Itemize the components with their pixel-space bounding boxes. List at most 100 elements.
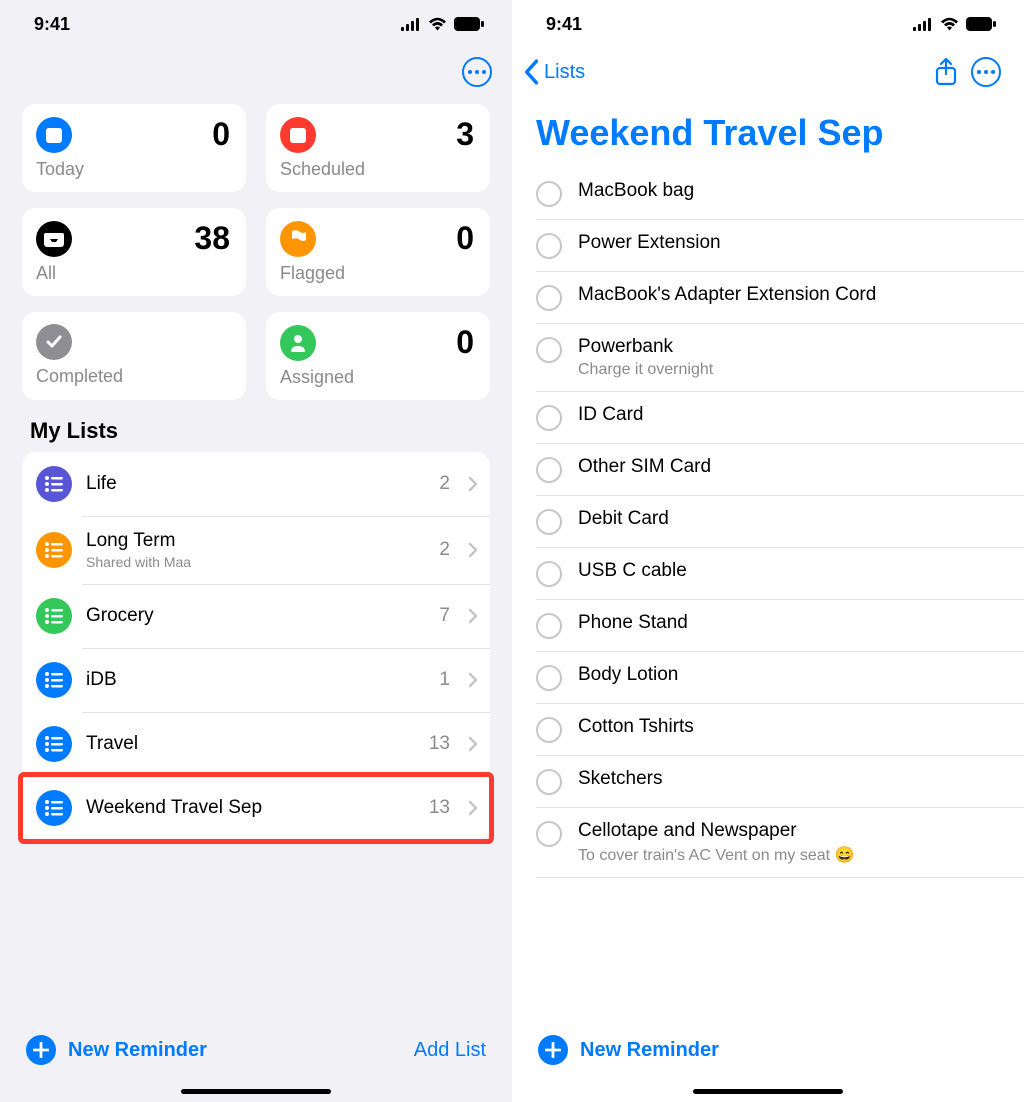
- status-indicators: [913, 17, 996, 31]
- card-count: 0: [456, 220, 474, 257]
- checkbox[interactable]: [536, 337, 562, 363]
- reminder-note: Charge it overnight: [578, 361, 1006, 379]
- card-label: All: [36, 263, 230, 284]
- chevron-right-icon: [468, 608, 478, 624]
- reminder-row[interactable]: Cotton Tshirts: [536, 704, 1024, 756]
- reminder-row[interactable]: Sketchers: [536, 756, 1024, 808]
- list-count: 2: [439, 473, 450, 495]
- smart-list-card-flagged[interactable]: 0Flagged: [266, 208, 490, 296]
- reminder-title: Other SIM Card: [578, 456, 1006, 478]
- back-button[interactable]: Lists: [522, 59, 585, 85]
- reminder-row[interactable]: MacBook bag: [536, 168, 1024, 220]
- smart-list-card-assigned[interactable]: 0 Assigned: [266, 312, 490, 400]
- chevron-right-icon: [468, 672, 478, 688]
- new-reminder-button[interactable]: New Reminder: [538, 1035, 719, 1065]
- chevron-left-icon: [522, 59, 540, 85]
- reminder-row[interactable]: Phone Stand: [536, 600, 1024, 652]
- battery-icon: [454, 17, 484, 31]
- share-icon: [934, 57, 958, 87]
- list-icon: [36, 662, 72, 698]
- smart-list-card-today[interactable]: 0Today: [22, 104, 246, 192]
- list-icon: [36, 726, 72, 762]
- list-row[interactable]: Weekend Travel Sep13: [22, 776, 490, 840]
- reminder-row[interactable]: Power Extension: [536, 220, 1024, 272]
- status-indicators: [401, 17, 484, 31]
- section-my-lists: My Lists: [0, 400, 512, 452]
- list-row[interactable]: Travel13: [22, 712, 490, 776]
- new-reminder-label: New Reminder: [580, 1039, 719, 1062]
- cellular-icon: [913, 18, 933, 31]
- card-label: Completed: [36, 366, 230, 387]
- reminder-title: Body Lotion: [578, 664, 1006, 686]
- chevron-right-icon: [468, 542, 478, 558]
- card-count: 0: [212, 116, 230, 153]
- smart-list-card-scheduled[interactable]: 3 Scheduled: [266, 104, 490, 192]
- reminder-row[interactable]: Body Lotion: [536, 652, 1024, 704]
- inbox-icon: [36, 221, 72, 257]
- list-title: Grocery: [86, 605, 425, 627]
- checkbox[interactable]: [536, 181, 562, 207]
- chevron-right-icon: [468, 476, 478, 492]
- reminder-title: ID Card: [578, 404, 1006, 426]
- card-label: Assigned: [280, 367, 474, 388]
- checkbox[interactable]: [536, 717, 562, 743]
- card-count: 38: [194, 220, 230, 257]
- add-list-button[interactable]: Add List: [414, 1039, 486, 1062]
- checkbox[interactable]: [536, 665, 562, 691]
- reminder-row[interactable]: MacBook's Adapter Extension Cord: [536, 272, 1024, 324]
- reminder-row[interactable]: USB C cable: [536, 548, 1024, 600]
- reminder-row[interactable]: Debit Card: [536, 496, 1024, 548]
- calendar-icon: [280, 117, 316, 153]
- more-button[interactable]: [966, 52, 1006, 92]
- flag-icon: [280, 221, 316, 257]
- checkbox[interactable]: [536, 613, 562, 639]
- list-row[interactable]: Long Term Shared with Maa 2: [22, 516, 490, 584]
- checkbox[interactable]: [536, 561, 562, 587]
- reminder-row[interactable]: ID Card: [536, 392, 1024, 444]
- reminder-title: Cellotape and Newspaper: [578, 820, 1006, 842]
- back-label: Lists: [544, 61, 585, 84]
- reminder-title: Cotton Tshirts: [578, 716, 1006, 738]
- chevron-right-icon: [468, 736, 478, 752]
- reminder-row[interactable]: Other SIM Card: [536, 444, 1024, 496]
- list-title: Long Term: [86, 530, 425, 552]
- checkbox[interactable]: [536, 457, 562, 483]
- plus-icon: [26, 1035, 56, 1065]
- reminder-title: Power Extension: [578, 232, 1006, 254]
- status-time: 9:41: [546, 14, 582, 35]
- reminder-title: USB C cable: [578, 560, 1006, 582]
- list-icon: [36, 532, 72, 568]
- smart-list-card-all[interactable]: 38 All: [22, 208, 246, 296]
- plus-icon: [538, 1035, 568, 1065]
- list-subtitle: Shared with Maa: [86, 554, 425, 570]
- home-indicator[interactable]: [181, 1089, 331, 1094]
- checkbox[interactable]: [536, 405, 562, 431]
- battery-icon: [966, 17, 996, 31]
- list-title: Life: [86, 473, 425, 495]
- reminder-title: Debit Card: [578, 508, 1006, 530]
- new-reminder-button[interactable]: New Reminder: [26, 1035, 207, 1065]
- checkbox[interactable]: [536, 233, 562, 259]
- home-indicator[interactable]: [693, 1089, 843, 1094]
- checkbox[interactable]: [536, 821, 562, 847]
- checkbox[interactable]: [536, 285, 562, 311]
- reminder-note: To cover train's AC Vent on my seat 😄: [578, 845, 1006, 865]
- reminder-row[interactable]: Powerbank Charge it overnight: [536, 324, 1024, 392]
- list-row[interactable]: iDB1: [22, 648, 490, 712]
- list-row[interactable]: Life 2: [22, 452, 490, 516]
- reminder-row[interactable]: Cellotape and Newspaper To cover train's …: [536, 808, 1024, 878]
- reminder-title: Powerbank: [578, 336, 1006, 358]
- card-label: Scheduled: [280, 159, 474, 180]
- list-count: 13: [429, 797, 450, 819]
- share-button[interactable]: [926, 52, 966, 92]
- status-time: 9:41: [34, 14, 70, 35]
- checkbox[interactable]: [536, 769, 562, 795]
- more-button[interactable]: [462, 57, 492, 87]
- card-count: 0: [456, 324, 474, 361]
- smart-list-card-completed[interactable]: Completed: [22, 312, 246, 400]
- checkbox[interactable]: [536, 509, 562, 535]
- card-count: 3: [456, 116, 474, 153]
- list-count: 2: [439, 539, 450, 561]
- list-title: iDB: [86, 669, 425, 691]
- list-row[interactable]: Grocery7: [22, 584, 490, 648]
